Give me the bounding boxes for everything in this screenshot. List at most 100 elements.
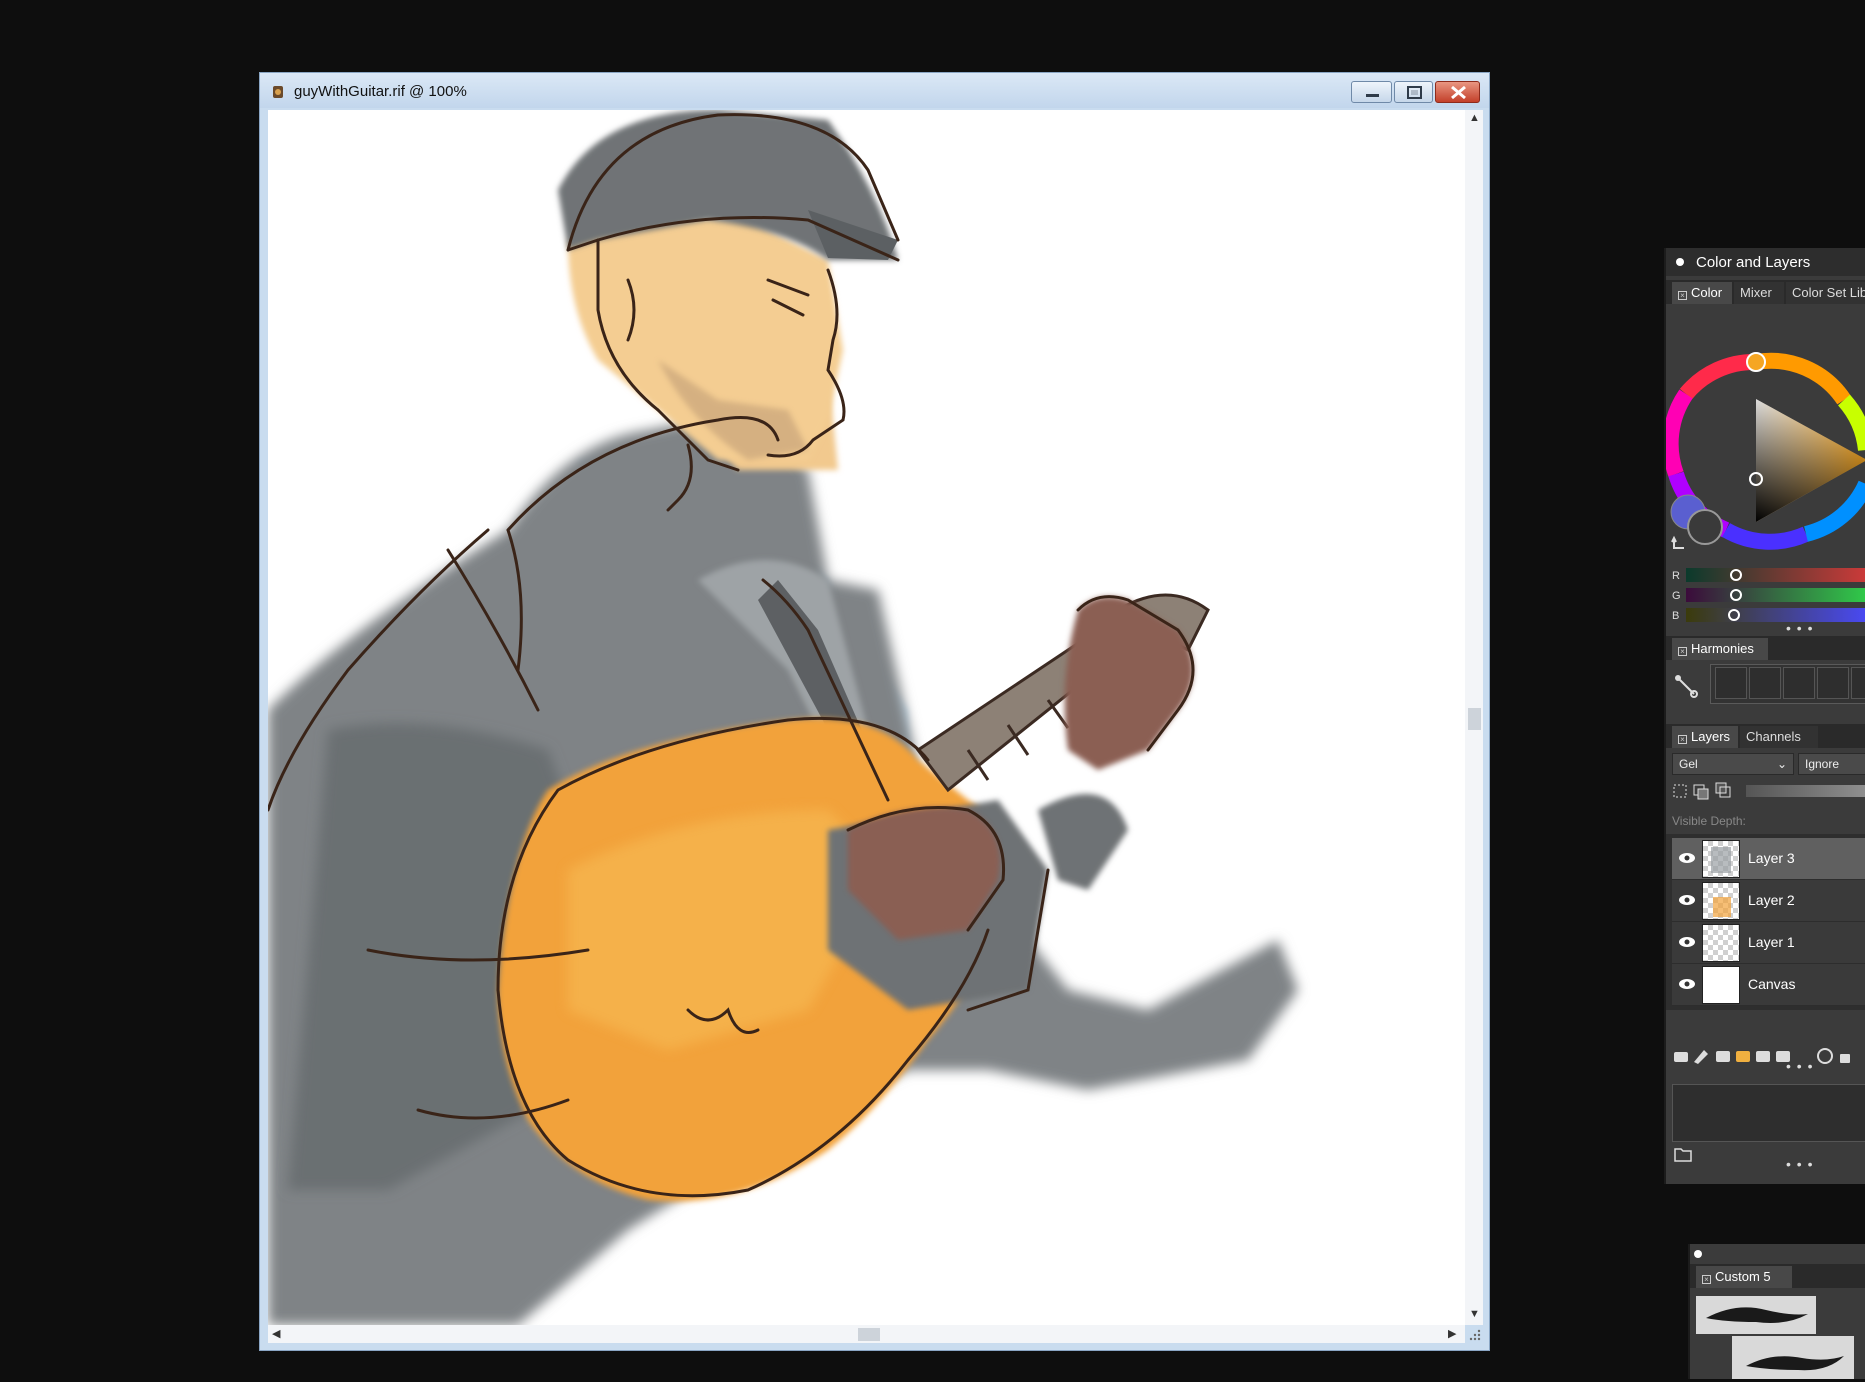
- scroll-down-icon[interactable]: ▼: [1469, 1308, 1480, 1320]
- layer-thumbnail: [1702, 924, 1740, 962]
- vertical-scroll-thumb[interactable]: [1468, 708, 1481, 730]
- layers-panel-more-icon[interactable]: • • •: [1786, 1058, 1813, 1074]
- eye-icon[interactable]: [1678, 978, 1696, 990]
- slider-g-label: G: [1672, 590, 1681, 602]
- red-slider[interactable]: [1686, 568, 1865, 582]
- drop-layer-icon: [1736, 1051, 1750, 1062]
- layer-name: Layer 3: [1748, 850, 1795, 866]
- new-layer-icon: [1674, 1052, 1688, 1062]
- panel-title: Color and Layers: [1696, 254, 1811, 271]
- layer-row-layer-3[interactable]: Layer 3: [1672, 838, 1865, 880]
- eye-icon[interactable]: [1678, 852, 1696, 864]
- hue-marker[interactable]: [1746, 352, 1766, 372]
- tab-color-set-library[interactable]: Color Set Lib: [1786, 282, 1865, 304]
- opacity-slider[interactable]: [1746, 785, 1865, 797]
- horizontal-scrollbar[interactable]: ◀ ▶: [268, 1325, 1465, 1343]
- layer-lock-icons[interactable]: [1672, 781, 1738, 801]
- layer-name: Layer 2: [1748, 892, 1795, 908]
- close-tab-icon[interactable]: ×: [1702, 1275, 1711, 1284]
- eye-icon[interactable]: [1678, 936, 1696, 948]
- layer-list: Layer 3 Layer 2 Layer 1 Canvas: [1666, 834, 1865, 1010]
- harmony-swatch[interactable]: [1715, 667, 1747, 699]
- horizontal-scroll-thumb[interactable]: [858, 1328, 880, 1341]
- layer-name: Canvas: [1748, 976, 1796, 992]
- harmonies-area: [1666, 660, 1865, 712]
- document-titlebar[interactable]: guyWithGuitar.rif @ 100%: [260, 73, 1489, 108]
- layer-name: Layer 1: [1748, 934, 1795, 950]
- slider-b-label: B: [1672, 610, 1680, 622]
- harmony-swatch[interactable]: [1817, 667, 1849, 699]
- document-window: guyWithGuitar.rif @ 100% ▲ ▼ ◀ ▶: [259, 72, 1490, 1351]
- composite-depth-select[interactable]: Ignore: [1798, 753, 1865, 775]
- brush-stroke-icon: [1746, 1356, 1844, 1371]
- layer-row-canvas[interactable]: Canvas: [1672, 964, 1865, 1006]
- color-wheel[interactable]: [1666, 304, 1865, 574]
- panel-menu-icon[interactable]: [1676, 258, 1684, 266]
- green-slider-knob[interactable]: [1730, 589, 1742, 601]
- drawing-canvas[interactable]: [268, 110, 1465, 1325]
- group-layers-icon: [1716, 1051, 1730, 1062]
- layers-tab-row: × Layers Channels: [1666, 724, 1865, 748]
- bottom-more-icon[interactable]: • • •: [1786, 1156, 1813, 1172]
- green-slider[interactable]: [1686, 588, 1865, 602]
- harmonies-tab-row: × Harmonies: [1666, 636, 1865, 660]
- tab-custom-5[interactable]: × Custom 5: [1696, 1266, 1792, 1288]
- panel-header[interactable]: Color and Layers: [1666, 248, 1865, 276]
- close-tab-icon[interactable]: ×: [1678, 291, 1687, 300]
- color-panel-more-icon[interactable]: • • •: [1786, 620, 1813, 636]
- scroll-left-icon[interactable]: ◀: [272, 1327, 280, 1340]
- tab-layers[interactable]: × Layers: [1672, 726, 1738, 748]
- blue-slider[interactable]: [1686, 608, 1865, 622]
- tab-mixer[interactable]: Mixer: [1734, 282, 1784, 304]
- scroll-up-icon[interactable]: ▲: [1469, 112, 1480, 124]
- minimize-icon: [1366, 94, 1379, 97]
- main-color-swatch[interactable]: [1687, 509, 1723, 545]
- layer-row-layer-1[interactable]: Layer 1: [1672, 922, 1865, 964]
- swap-colors-icon[interactable]: [1671, 535, 1684, 549]
- minimize-button[interactable]: [1351, 81, 1392, 103]
- folder-icon[interactable]: [1674, 1146, 1692, 1162]
- layer-thumbnail: [1702, 840, 1740, 878]
- harmony-swatch[interactable]: [1749, 667, 1781, 699]
- layer-thumbnail: [1702, 882, 1740, 920]
- close-button[interactable]: [1435, 81, 1480, 103]
- scroll-right-icon[interactable]: ▶: [1448, 1327, 1456, 1340]
- maximize-icon: [1407, 86, 1422, 99]
- tab-color[interactable]: × Color: [1672, 282, 1732, 304]
- maximize-button[interactable]: [1394, 81, 1433, 103]
- harmony-swatch[interactable]: [1851, 667, 1865, 699]
- brush-variant-1[interactable]: [1696, 1296, 1816, 1334]
- composite-method-select[interactable]: Gel ⌄: [1672, 753, 1794, 775]
- lock-icon: [1840, 1054, 1850, 1063]
- document-icon: [273, 86, 283, 98]
- blue-slider-knob[interactable]: [1728, 609, 1740, 621]
- color-and-layers-panel: Color and Layers × Color Mixer Color Set …: [1664, 248, 1865, 1184]
- vertical-scrollbar[interactable]: ▲ ▼: [1465, 110, 1483, 1325]
- color-tab-row: × Color Mixer Color Set Lib: [1666, 280, 1865, 304]
- panel-menu-icon[interactable]: [1694, 1250, 1702, 1258]
- collapse-layer-icon: [1756, 1051, 1770, 1062]
- close-tab-icon[interactable]: ×: [1678, 735, 1687, 744]
- tab-channels[interactable]: Channels: [1740, 726, 1818, 748]
- layer-mask-icon: [1817, 1048, 1833, 1064]
- resize-grip-icon[interactable]: [1469, 1329, 1481, 1341]
- close-icon: [1451, 85, 1466, 100]
- brush-tab-row: × Custom 5: [1690, 1264, 1865, 1288]
- brush-variant-2[interactable]: [1732, 1336, 1854, 1379]
- close-tab-icon[interactable]: ×: [1678, 647, 1687, 656]
- layer-thumbnail: [1702, 966, 1740, 1004]
- chevron-down-icon: ⌄: [1776, 757, 1787, 771]
- eye-icon[interactable]: [1678, 894, 1696, 906]
- document-title: guyWithGuitar.rif @ 100%: [294, 83, 467, 100]
- layer-details-area: [1672, 1084, 1865, 1142]
- red-slider-knob[interactable]: [1730, 569, 1742, 581]
- harmony-swatch[interactable]: [1783, 667, 1815, 699]
- layer-row-layer-2[interactable]: Layer 2: [1672, 880, 1865, 922]
- visible-depth-label: Visible Depth:: [1672, 814, 1746, 828]
- tab-harmonies[interactable]: × Harmonies: [1672, 638, 1768, 660]
- harmony-swatches: [1710, 664, 1865, 704]
- layer-toolbar[interactable]: [1672, 1046, 1865, 1066]
- slider-r-label: R: [1672, 570, 1680, 582]
- layer-effects-icon: [1694, 1050, 1708, 1064]
- harmony-rule-icon[interactable]: [1674, 674, 1698, 698]
